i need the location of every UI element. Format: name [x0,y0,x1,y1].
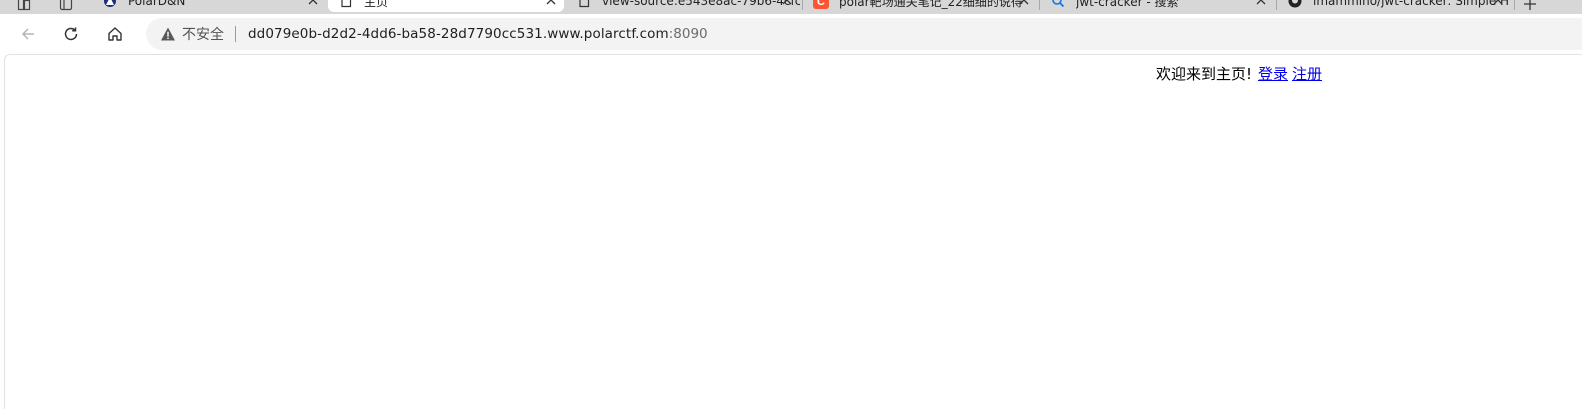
close-icon[interactable] [1491,0,1505,7]
page-viewport [4,54,1582,409]
url-port[interactable]: :8090 [669,26,708,42]
svg-text:C: C [817,0,825,8]
page-icon [338,0,354,9]
tab-title: view-source:e543e8ac-79b6-4cfc [602,0,800,8]
tab-actions-icon[interactable] [56,0,76,14]
tab-home[interactable]: 主页 [328,0,564,12]
tab-title: PolarD&N [128,0,186,8]
not-secure-label[interactable]: 不安全 [182,24,224,44]
address-divider [235,26,236,42]
tab-github[interactable]: lmammino/jwt-cracker: Simple H [1277,0,1511,12]
back-arrow-icon [21,28,34,40]
url-host[interactable]: dd079e0b-d2d2-4dd6-ba58-28d7790cc531.www… [248,26,669,42]
home-icon [108,27,122,41]
tab-title: polar靶场通关笔记_22细细的说得 [839,0,1023,9]
close-icon[interactable] [1254,0,1268,7]
close-icon[interactable] [1017,0,1031,7]
tab-title: 主页 [364,0,389,9]
close-icon[interactable] [780,0,794,7]
tab-separator [1514,0,1515,10]
search-icon [1050,0,1066,9]
back-button[interactable] [14,20,42,48]
tab-strip: PolarD&N 主页 view-source:e543e8ac-79b6-4c… [0,0,1582,14]
login-link[interactable]: 登录 [1258,65,1288,83]
page-header: 欢迎来到主页! 登录 注册 [1156,63,1322,84]
github-icon [1287,0,1303,9]
register-link[interactable]: 注册 [1292,65,1322,83]
browser-toolbar: 不安全 dd079e0b-d2d2-4dd6-ba58-28d7790cc531… [0,14,1582,54]
close-icon[interactable] [306,0,320,7]
address-bar[interactable]: 不安全 dd079e0b-d2d2-4dd6-ba58-28d7790cc531… [146,18,1582,50]
tab-title: lmammino/jwt-cracker: Simple H [1313,0,1510,8]
tab-search[interactable]: jwt-cracker - 搜索 [1040,0,1274,12]
page-icon [576,0,592,9]
refresh-button[interactable] [57,20,85,48]
home-button[interactable] [101,20,129,48]
new-tab-icon[interactable] [1520,0,1540,14]
tab-title: jwt-cracker - 搜索 [1076,0,1179,9]
tab-view-source[interactable]: view-source:e543e8ac-79b6-4cfc [566,0,800,12]
refresh-icon [64,27,78,41]
tab-polardn[interactable]: PolarD&N [92,0,326,12]
not-secure-warning-icon[interactable] [160,26,176,42]
welcome-text: 欢迎来到主页! [1156,65,1253,83]
tab-csdn[interactable]: C polar靶场通关笔记_22细细的说得 [803,0,1037,12]
csdn-icon: C [813,0,829,9]
close-icon[interactable] [544,0,558,7]
polar-logo-icon [102,0,118,9]
workspaces-icon[interactable] [14,0,34,14]
